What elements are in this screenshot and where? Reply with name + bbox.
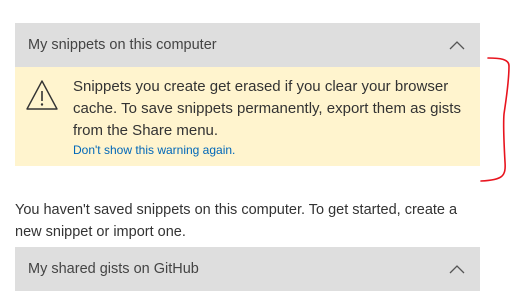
cache-warning-banner: Snippets you create get erased if you cl… [15,67,480,166]
dismiss-warning-link[interactable]: Don't show this warning again. [73,143,235,157]
section-title-local-snippets: My snippets on this computer [28,37,217,53]
section-title-shared-gists: My shared gists on GitHub [28,261,199,277]
empty-state-text: You haven't saved snippets on this compu… [15,202,458,240]
section-header-local-snippets[interactable]: My snippets on this computer [15,23,480,67]
snippets-page: My snippets on this computer Snippets yo… [0,0,515,303]
chevron-up-icon[interactable] [449,40,465,50]
chevron-up-icon[interactable] [449,264,465,274]
warning-triangle-icon [26,80,58,110]
annotation-bracket-mark [480,57,510,182]
section-header-shared-gists[interactable]: My shared gists on GitHub [15,247,480,291]
warning-message: Snippets you create get erased if you cl… [73,78,461,139]
